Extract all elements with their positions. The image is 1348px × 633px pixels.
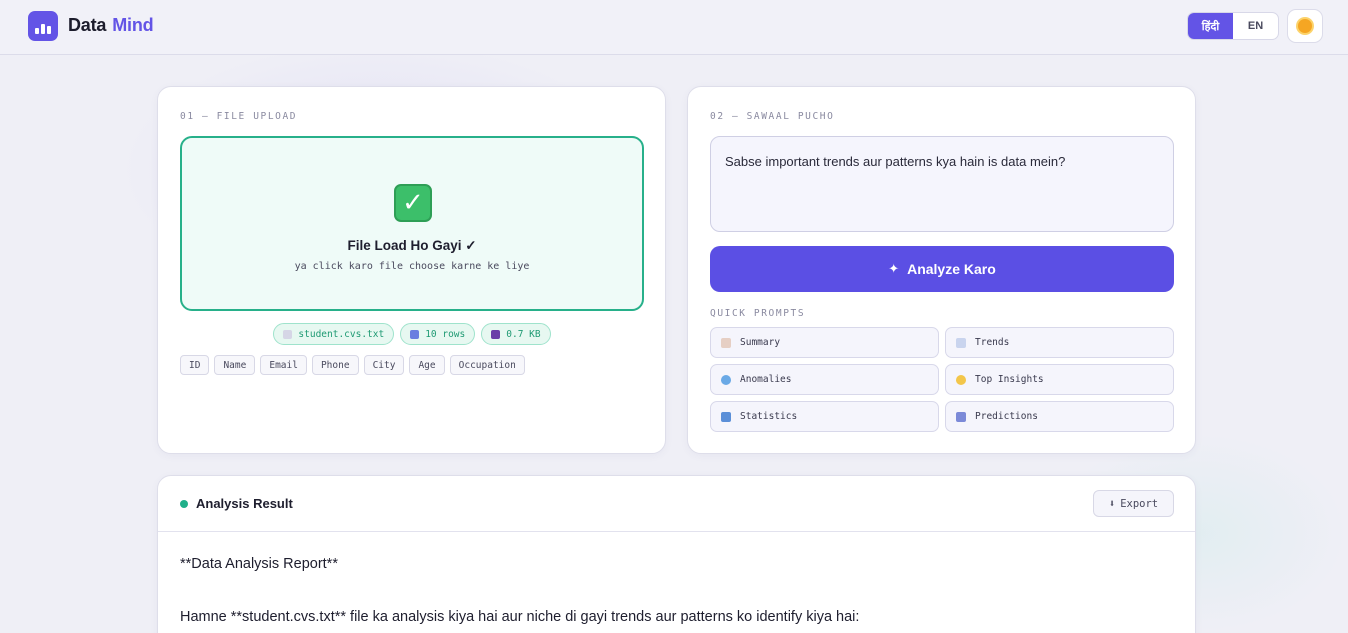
result-header: Analysis Result ⬇ Export (158, 476, 1195, 532)
bar-chart-icon (410, 329, 420, 339)
prompt-top-insights[interactable]: Top Insights (945, 364, 1174, 395)
top-header: Data Mind हिंदी EN (0, 0, 1348, 55)
prompt-label: Predictions (975, 411, 1038, 422)
file-size: 0.7 KB (506, 328, 541, 340)
question-section-label: 02 — SAWAAL PUCHO (710, 111, 835, 122)
lightbulb-icon (956, 374, 966, 385)
lang-english-button[interactable]: EN (1233, 13, 1278, 39)
prompt-label: Trends (975, 337, 1010, 348)
prompt-anomalies[interactable]: Anomalies (710, 364, 939, 395)
clipboard-icon (721, 337, 731, 348)
brand-second: Mind (112, 15, 154, 35)
prompt-predictions[interactable]: Predictions (945, 401, 1174, 432)
column-tag: Occupation (449, 355, 525, 375)
file-icon (283, 329, 293, 339)
upload-section-label: 01 — FILE UPLOAD (180, 111, 298, 122)
upload-card: 01 — FILE UPLOAD ✓ File Load Ho Gayi ✓ y… (157, 86, 666, 454)
abacus-icon (721, 411, 731, 422)
result-card: Analysis Result ⬇ Export **Data Analysis… (157, 475, 1196, 633)
rows-count: 10 rows (425, 328, 466, 340)
column-tag: Email (260, 355, 307, 375)
download-icon: ⬇ (1108, 497, 1116, 510)
quick-prompts-label: QUICK PROMPTS (710, 308, 806, 319)
prompt-trends[interactable]: Trends (945, 327, 1174, 358)
sun-icon (1298, 19, 1312, 33)
sparkle-icon: ✦ (888, 261, 900, 277)
check-icon: ✓ (394, 184, 432, 222)
column-tag: Phone (311, 355, 359, 375)
result-title: Analysis Result (196, 496, 293, 511)
floppy-disk-icon (491, 329, 501, 339)
column-tag: City (363, 355, 405, 375)
export-button[interactable]: ⬇ Export (1093, 490, 1174, 517)
result-paragraph: Hamne **student.cvs.txt** file ka analys… (180, 609, 860, 626)
prompt-statistics[interactable]: Statistics (710, 401, 939, 432)
analyze-label: Analyze Karo (907, 261, 996, 277)
size-chip: 0.7 KB (481, 323, 551, 345)
brand-name: Data Mind (68, 15, 154, 36)
dropzone-title: File Load Ho Gayi ✓ (347, 238, 477, 253)
question-card: 02 — SAWAAL PUCHO Sabse important trends… (687, 86, 1196, 454)
analyze-button[interactable]: ✦ Analyze Karo (710, 246, 1174, 292)
file-dropzone[interactable]: ✓ File Load Ho Gayi ✓ ya click karo file… (180, 136, 644, 311)
result-paragraph: **Data Analysis Report** (180, 556, 338, 572)
question-input[interactable]: Sabse important trends aur patterns kya … (710, 136, 1174, 232)
prompt-summary[interactable]: Summary (710, 327, 939, 358)
bar-chart-icon (956, 411, 966, 422)
theme-toggle-button[interactable] (1287, 9, 1323, 43)
magnifier-icon (721, 374, 731, 385)
file-name-chip: student.cvs.txt (273, 323, 395, 345)
prompt-label: Top Insights (975, 374, 1044, 385)
prompt-label: Summary (740, 337, 781, 348)
file-name: student.cvs.txt (298, 328, 385, 340)
prompt-label: Anomalies (740, 374, 792, 385)
status-dot (180, 500, 188, 508)
rows-chip: 10 rows (400, 323, 476, 345)
logo-chart-icon (28, 11, 58, 41)
export-label: Export (1120, 497, 1159, 510)
column-tag: ID (180, 355, 210, 375)
column-tag: Age (409, 355, 445, 375)
result-body: **Data Analysis Report** Hamne **student… (180, 556, 1170, 633)
column-tags: ID Name Email Phone City Age Occupation (180, 355, 525, 375)
quick-prompts-grid: Summary Trends Anomalies Top Insights St… (710, 327, 1174, 432)
dropzone-subtitle: ya click karo file choose karne ke liye (294, 261, 530, 272)
language-toggle: हिंदी EN (1187, 12, 1279, 40)
lang-hindi-button[interactable]: हिंदी (1188, 13, 1233, 39)
trend-chart-icon (956, 337, 966, 348)
brand-first: Data (68, 15, 107, 35)
file-info-chips: student.cvs.txt 10 rows 0.7 KB (158, 323, 666, 345)
column-tag: Name (214, 355, 256, 375)
prompt-label: Statistics (740, 411, 798, 422)
